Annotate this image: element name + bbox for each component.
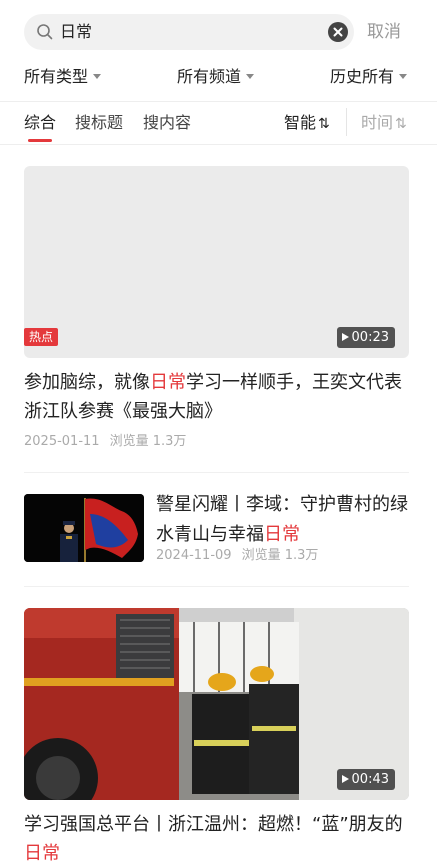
sort-divider: [346, 108, 347, 136]
duration-text: 00:23: [351, 330, 389, 345]
duration-text: 00:43: [351, 772, 389, 787]
search-bar: 日常 取消: [0, 0, 437, 62]
filter-row: 所有类型 所有频道 历史所有: [0, 62, 437, 100]
filter-label: 所有频道: [177, 67, 242, 86]
views-label: 浏览量: [109, 434, 149, 449]
video-duration: 00:43: [336, 769, 395, 790]
divider: [0, 144, 437, 145]
title-highlight: 日常: [24, 843, 60, 863]
publish-date: 2025-01-11: [24, 434, 100, 449]
clear-icon[interactable]: [328, 22, 348, 42]
article-2-thumbnail[interactable]: [24, 494, 144, 562]
article-1-title[interactable]: 参加脑综，就像日常学习一样顺手，王奕文代表浙江队参赛《最强大脑》: [24, 368, 409, 426]
video-duration: 00:23: [336, 327, 395, 348]
play-icon: [341, 333, 349, 341]
search-input[interactable]: 日常: [60, 22, 92, 42]
views-label: 浏览量: [241, 548, 281, 563]
filter-channel-dropdown[interactable]: 所有频道: [177, 66, 255, 88]
title-text: 学习强国总平台丨浙江温州：超燃！“蓝”朋友的: [24, 814, 403, 835]
views-count: 1.3万: [152, 434, 187, 449]
views-count: 1.3万: [284, 548, 319, 563]
title-highlight: 日常: [264, 524, 300, 545]
article-separator: [24, 586, 409, 587]
sort-smart-button[interactable]: 智能 ⇅: [284, 113, 330, 134]
title-highlight: 日常: [150, 372, 186, 393]
filter-label: 所有类型: [24, 67, 89, 86]
article-1-meta: 2025-01-11 浏览量 1.3万: [24, 433, 186, 451]
article-1-thumbnail[interactable]: 热点 00:23: [24, 166, 409, 358]
tab-bar: 综合 搜标题 搜内容 智能 ⇅ 时间 ⇅: [0, 102, 437, 144]
publish-date: 2024-11-09: [156, 548, 232, 563]
filter-type-dropdown[interactable]: 所有类型: [24, 66, 102, 88]
sort-time-label: 时间: [361, 113, 394, 132]
sort-arrows-icon: ⇅: [318, 116, 330, 132]
sort-smart-label: 智能: [284, 113, 317, 132]
article-2-title[interactable]: 警星闪耀丨李域：守护曹村的绿水青山与幸福日常: [156, 490, 409, 550]
tab-search-content[interactable]: 搜内容: [143, 113, 191, 133]
sort-arrows-icon: ⇅: [395, 116, 407, 132]
filter-history-dropdown[interactable]: 历史所有: [330, 66, 408, 88]
tab-comprehensive[interactable]: 综合: [24, 113, 56, 133]
article-2-meta: 2024-11-09 浏览量 1.3万: [156, 547, 318, 565]
caret-down-icon: [93, 74, 102, 79]
tab-search-title[interactable]: 搜标题: [75, 113, 123, 133]
sort-time-button[interactable]: 时间 ⇅: [361, 113, 407, 134]
play-icon: [341, 775, 349, 783]
article-3-title[interactable]: 学习强国总平台丨浙江温州：超燃！“蓝”朋友的日常: [24, 810, 409, 863]
search-icon: [36, 23, 54, 41]
cancel-button[interactable]: 取消: [367, 21, 401, 43]
title-text: 参加脑综，就像: [24, 372, 150, 393]
active-tab-indicator: [28, 139, 52, 142]
filter-label: 历史所有: [330, 67, 395, 86]
caret-down-icon: [246, 74, 255, 79]
article-3-thumbnail[interactable]: 00:43: [24, 608, 409, 800]
search-box[interactable]: 日常: [24, 14, 354, 50]
article-separator: [24, 472, 409, 473]
caret-down-icon: [399, 74, 408, 79]
hot-badge: 热点: [24, 328, 59, 346]
